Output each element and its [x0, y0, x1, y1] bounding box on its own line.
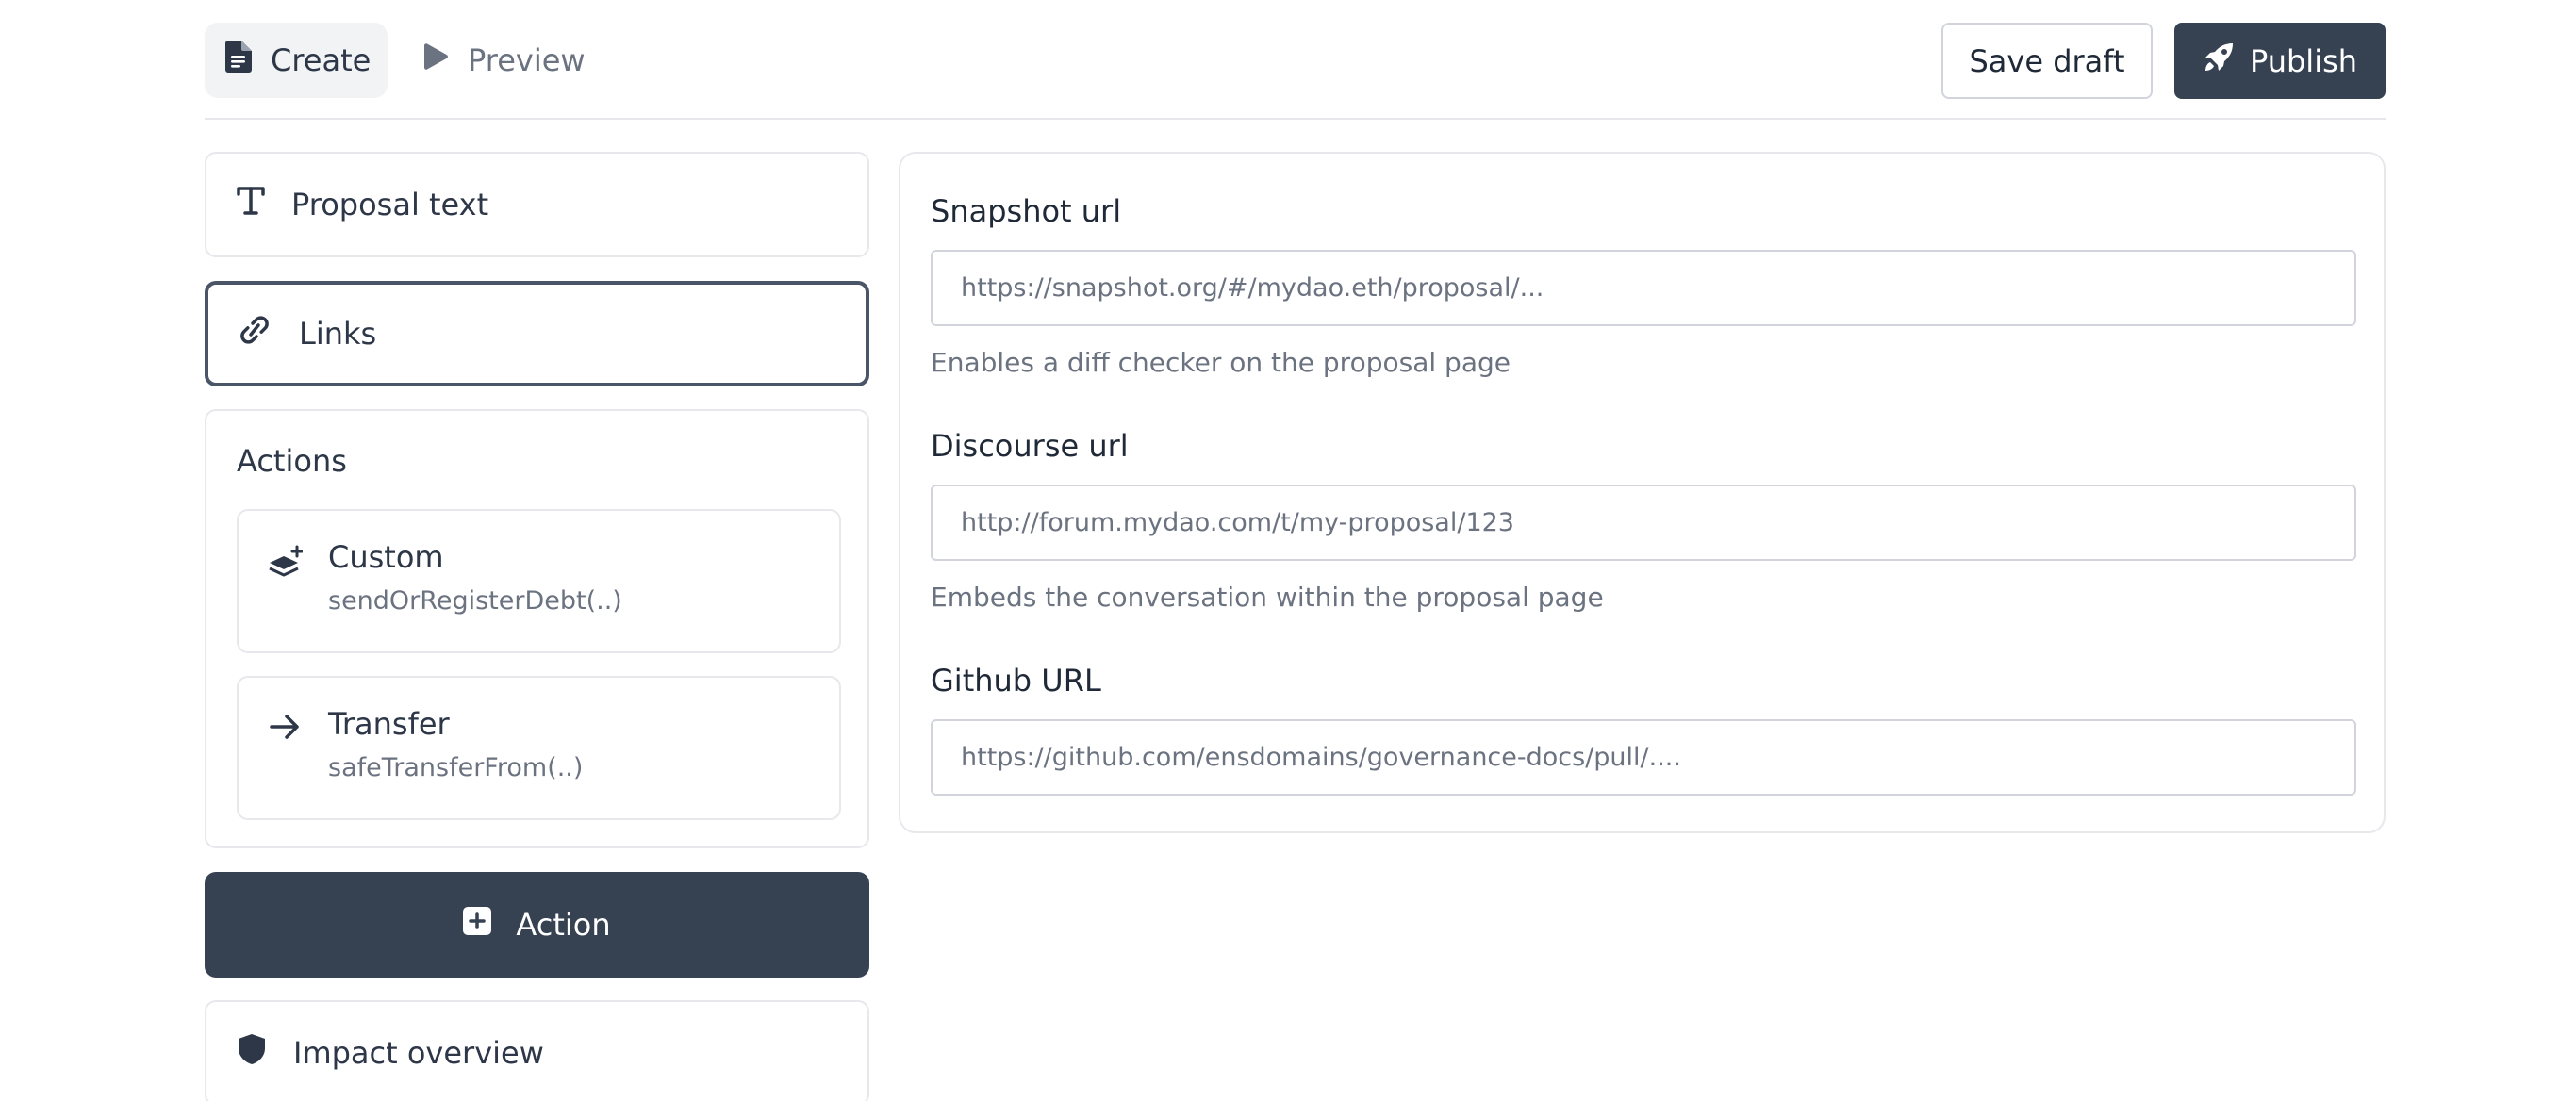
tab-preview[interactable]: Preview [404, 23, 611, 98]
action-name: Custom [328, 539, 444, 575]
tab-create-label: Create [271, 42, 372, 78]
action-item-transfer[interactable]: Transfer safeTransferFrom(..) [237, 676, 841, 820]
sidebar-item-proposal-text[interactable]: Proposal text [205, 152, 869, 257]
rocket-icon [2203, 41, 2235, 81]
discourse-url-help: Embeds the conversation within the propo… [931, 582, 1604, 613]
text-icon [237, 187, 265, 222]
links-form-panel: Snapshot url Enables a diff checker on t… [899, 152, 2386, 833]
snapshot-url-input[interactable] [931, 250, 2356, 326]
snapshot-url-help: Enables a diff checker on the proposal p… [931, 347, 1511, 378]
discourse-url-label: Discourse url [931, 428, 1129, 464]
add-action-label: Action [516, 907, 611, 943]
action-function: safeTransferFrom(..) [328, 753, 584, 782]
sidebar-item-label: Proposal text [291, 187, 489, 222]
github-url-label: Github URL [931, 663, 1101, 698]
action-item-custom[interactable]: Custom sendOrRegisterDebt(..) [237, 509, 841, 653]
save-draft-button[interactable]: Save draft [1941, 23, 2153, 99]
header-divider [205, 118, 2386, 120]
add-action-button[interactable]: Action [205, 872, 869, 978]
arrow-right-icon [269, 712, 301, 746]
snapshot-url-label: Snapshot url [931, 193, 1122, 229]
actions-title: Actions [237, 443, 347, 479]
save-draft-label: Save draft [1969, 42, 2125, 79]
actions-card: Actions Custom sendOrRegisterDebt(..) Tr… [205, 409, 869, 848]
tab-create[interactable]: Create [205, 23, 388, 98]
shield-icon [237, 1033, 267, 1073]
sidebar-item-impact-overview[interactable]: Impact overview [205, 1000, 869, 1101]
tab-preview-label: Preview [468, 42, 586, 78]
sidebar-item-label: Links [299, 316, 377, 352]
document-icon [225, 41, 252, 80]
action-function: sendOrRegisterDebt(..) [328, 586, 622, 616]
layers-plus-icon [269, 545, 304, 583]
proposal-editor: Create Preview Save draft Publish Propos… [0, 0, 2576, 1101]
action-name: Transfer [328, 706, 450, 742]
publish-label: Publish [2249, 42, 2358, 79]
link-icon [237, 316, 272, 352]
play-icon [424, 42, 449, 78]
sidebar-item-links[interactable]: Links [205, 281, 869, 386]
github-url-input[interactable] [931, 719, 2356, 796]
discourse-url-input[interactable] [931, 485, 2356, 561]
publish-button[interactable]: Publish [2174, 23, 2386, 99]
plus-square-icon [463, 907, 492, 943]
sidebar-item-label: Impact overview [293, 1035, 544, 1071]
